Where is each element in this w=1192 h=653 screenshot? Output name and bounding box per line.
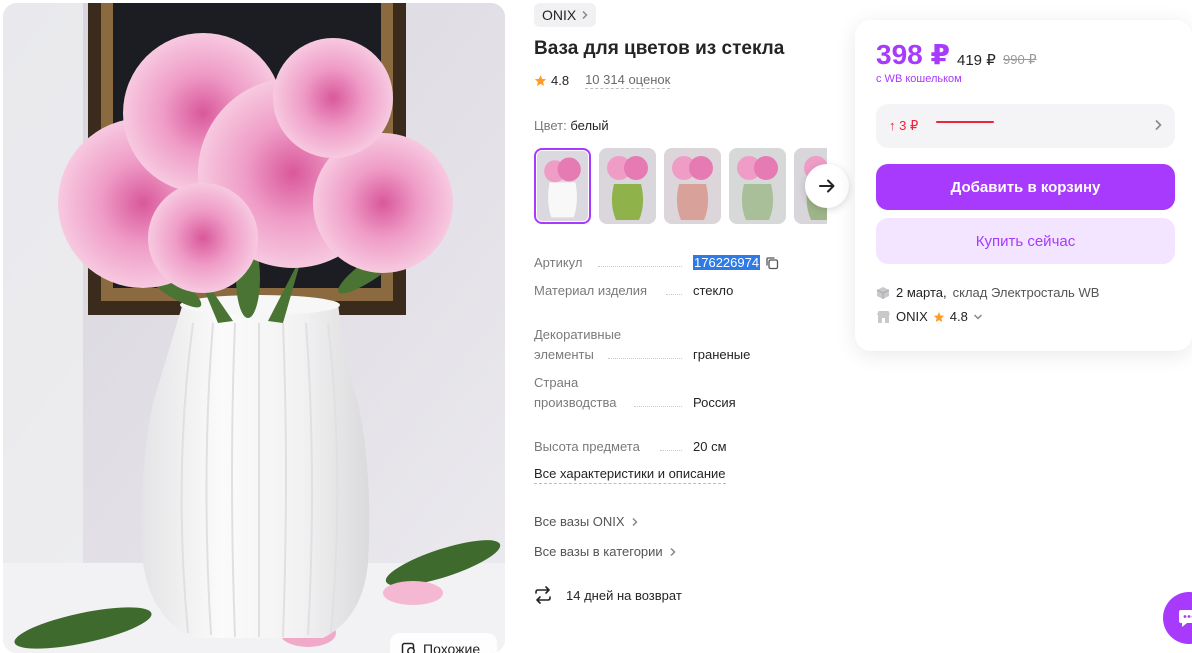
seller-info[interactable]: ONIX 4.8 — [876, 309, 983, 324]
spec-decor-label-2: элементы — [534, 347, 594, 362]
chat-bubble-icon — [1179, 610, 1192, 627]
spec-country-value: Россия — [693, 395, 736, 410]
rating-value: 4.8 — [551, 73, 570, 88]
spec-decor-label-1: Декоративные — [534, 327, 622, 342]
brand-chip[interactable]: ONIX — [534, 3, 597, 27]
spec-material-label: Материал изделия — [534, 283, 648, 298]
return-arrows-icon — [535, 586, 551, 604]
reviews-link[interactable]: 10 314 оценок — [585, 72, 671, 89]
spec-country-label-2: производства — [534, 395, 617, 410]
star-icon — [933, 311, 945, 322]
thumb-image — [664, 148, 721, 224]
price-history-button[interactable]: ↑ 3 ₽ — [876, 104, 1175, 148]
price-without-wallet: 419 ₽ — [957, 52, 996, 69]
product-title: Ваза для цветов из стекла — [534, 38, 785, 59]
brand-vases-label: Все вазы ONIX — [534, 514, 625, 529]
spec-sku-label: Артикул — [534, 255, 583, 270]
thumb-image — [599, 148, 656, 224]
color-value: белый — [570, 118, 609, 133]
color-label: Цвет: белый — [534, 118, 609, 133]
similar-button[interactable]: Похожие — [390, 633, 497, 653]
thumb-image — [729, 148, 786, 224]
color-thumb-pink[interactable] — [664, 148, 721, 224]
color-thumb-green[interactable] — [599, 148, 656, 224]
add-to-cart-button[interactable]: Добавить в корзину — [876, 164, 1175, 210]
current-price: 398 ₽ — [876, 39, 950, 70]
chat-button[interactable] — [1163, 592, 1192, 644]
category-vases-label: Все вазы в категории — [534, 544, 663, 559]
spec-country-label-1: Страна — [534, 375, 579, 390]
wallet-note[interactable]: с WB кошельком — [876, 73, 962, 85]
vase-with-peonies-image — [3, 3, 505, 653]
returns-text: 14 дней на возврат — [566, 587, 682, 603]
similar-icon — [401, 642, 415, 653]
brand-vases-link[interactable]: Все вазы ONIX — [534, 514, 639, 529]
brand-name: ONIX — [542, 7, 577, 23]
delivery-warehouse: склад Электросталь WB — [952, 285, 1100, 300]
chevron-right-icon — [632, 517, 638, 526]
similar-label: Похожие — [423, 641, 481, 653]
star-icon — [534, 75, 547, 86]
rating-row: 4.8 10 314 оценок — [534, 72, 671, 89]
shop-icon — [877, 310, 890, 323]
color-thumb-white[interactable] — [534, 148, 591, 224]
spec-height-value: 20 см — [693, 439, 727, 454]
spec-sku-value[interactable]: 176226974 — [693, 255, 761, 270]
price-trend-line — [936, 121, 994, 123]
spec-decor-value: граненые — [693, 347, 751, 362]
chevron-right-icon — [1155, 119, 1162, 131]
box-icon — [876, 286, 890, 299]
chevron-right-icon — [582, 10, 588, 20]
copy-icon[interactable] — [765, 256, 779, 270]
category-vases-link[interactable]: Все вазы в категории — [534, 544, 677, 559]
seller-rating: 4.8 — [949, 309, 968, 324]
spec-dots — [660, 450, 682, 451]
spec-dots — [666, 294, 682, 295]
buy-now-button[interactable]: Купить сейчас — [876, 218, 1175, 264]
returns-info: 14 дней на возврат — [534, 586, 682, 604]
color-thumbnails — [534, 148, 827, 224]
color-label-text: Цвет: — [534, 118, 567, 133]
thumb-image — [537, 151, 588, 221]
price-change: ↑ 3 ₽ — [889, 118, 919, 133]
old-price: 990 ₽ — [1003, 52, 1037, 67]
chevron-down-icon — [973, 313, 982, 320]
thumbs-next-button[interactable] — [805, 164, 849, 208]
spec-dots — [634, 406, 682, 407]
spec-material-value: стекло — [693, 283, 734, 298]
chevron-right-icon — [670, 547, 676, 556]
delivery-date: 2 марта, — [896, 285, 947, 300]
spec-dots — [608, 358, 682, 359]
spec-dots — [598, 266, 682, 267]
arrow-right-icon — [819, 179, 835, 193]
seller-name: ONIX — [896, 309, 928, 324]
delivery-info: 2 марта, склад Электросталь WB — [876, 285, 1099, 300]
spec-height-label: Высота предмета — [534, 439, 640, 454]
color-thumb-clear[interactable] — [729, 148, 786, 224]
all-specs-link[interactable]: Все характеристики и описание — [534, 466, 726, 484]
product-photo[interactable]: Похожие — [3, 3, 505, 653]
